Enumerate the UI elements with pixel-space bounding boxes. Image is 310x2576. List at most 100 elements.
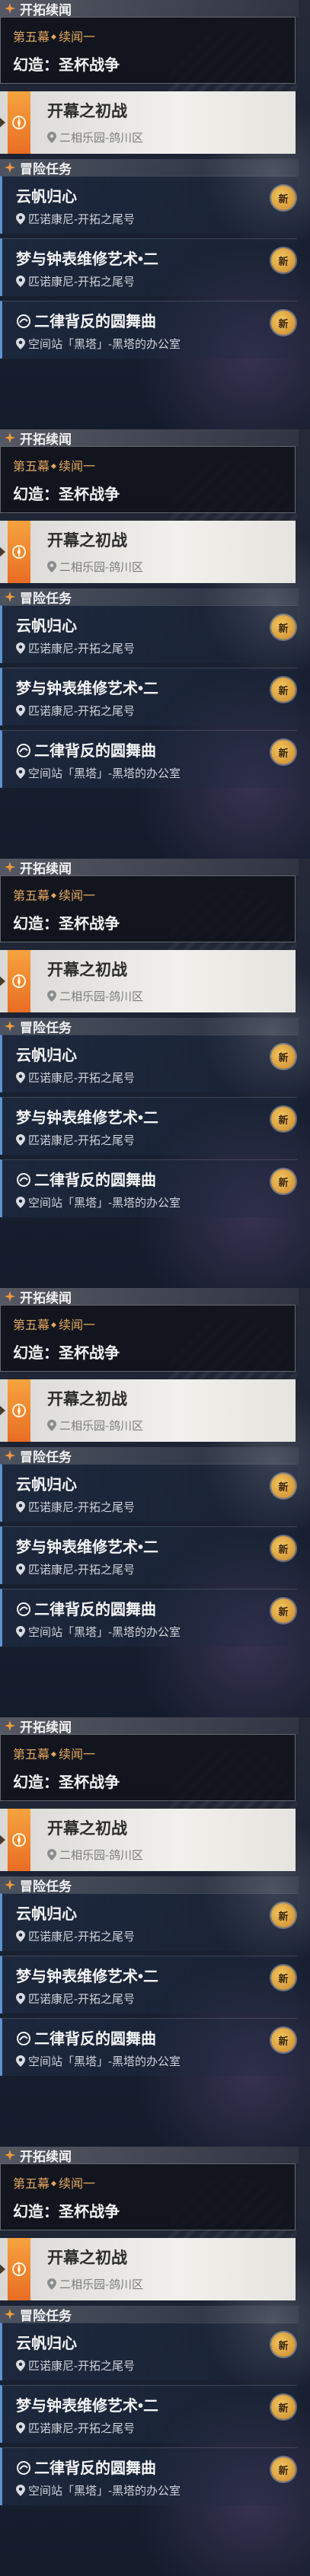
trailblaze-quest-card[interactable]: 第五幕 续闻一 幻造：圣杯战争	[0, 17, 296, 84]
mission-location: 匹诺康尼-开拓之尾号	[16, 1070, 135, 1086]
chapter-episode: 续闻一	[59, 1319, 96, 1332]
mission-panel: 开拓续闻 第五幕 续闻一 幻造：圣杯战争 开幕之初战 二相乐园-鸽川区 冒险任务…	[0, 859, 310, 1288]
section-title: 开拓续闻	[20, 432, 72, 447]
trailblaze-mission-icon	[8, 1809, 30, 1871]
new-badge: 新	[271, 1536, 296, 1561]
star-compass-icon	[5, 2309, 15, 2319]
mission-title: 开幕之初战	[47, 1820, 127, 1838]
location-pin-icon	[16, 338, 25, 349]
tracking-arrow-icon	[0, 546, 5, 558]
adventure-mission-item[interactable]: 二律背反的圆舞曲 空间站「黑塔」-黑塔的办公室 新	[0, 1589, 297, 1647]
mission-title-row: 二律背反的圆舞曲	[16, 1168, 156, 1190]
location-pin-icon	[16, 1993, 25, 2004]
adventure-mission-item[interactable]: 二律背反的圆舞曲 空间站「黑塔」-黑塔的办公室 新	[0, 2018, 297, 2076]
adventure-mission-item[interactable]: 云帆归心 匹诺康尼-开拓之尾号 新	[0, 176, 297, 234]
adventure-mission-item[interactable]: 云帆归心 匹诺康尼-开拓之尾号 新	[0, 2323, 297, 2380]
adventure-mission-item[interactable]: 云帆归心 匹诺康尼-开拓之尾号 新	[0, 1893, 297, 1951]
active-mission-card[interactable]: 开幕之初战 二相乐园-鸽川区	[0, 1809, 296, 1871]
adventure-mission-item[interactable]: 二律背反的圆舞曲 空间站「黑塔」-黑塔的办公室 新	[0, 2447, 297, 2505]
location-pin-icon	[16, 1564, 25, 1575]
chapter-act: 第五幕	[13, 31, 50, 44]
trailblaze-section-header: 开拓续闻	[0, 859, 299, 876]
mission-location-text: 空间站「黑塔」-黑塔的办公室	[28, 1197, 181, 1210]
location-pin-icon	[47, 132, 56, 143]
trailblaze-quest-card[interactable]: 第五幕 续闻一 幻造：圣杯战争	[0, 446, 296, 513]
mission-title-row: 二律背反的圆舞曲	[16, 2026, 156, 2048]
mission-location-text: 空间站「黑塔」-黑塔的办公室	[28, 2055, 181, 2068]
location-pin-icon	[16, 1197, 25, 1208]
adventure-mission-item[interactable]: 云帆归心 匹诺康尼-开拓之尾号 新	[0, 1464, 297, 1522]
chapter-episode: 续闻一	[59, 461, 96, 473]
mission-location-text: 匹诺康尼-开拓之尾号	[28, 2360, 135, 2373]
mission-location-text: 二相乐园-鸽川区	[59, 132, 143, 145]
adventure-mission-item[interactable]: 二律背反的圆舞曲 空间站「黑塔」-黑塔的办公室 新	[0, 301, 297, 359]
mission-title: 云帆归心	[16, 1906, 77, 1923]
mission-swirl-icon	[17, 314, 30, 328]
mission-title: 二律背反的圆舞曲	[34, 1172, 156, 1189]
adventure-mission-item[interactable]: 梦与钟表维修艺术•二 匹诺康尼-开拓之尾号 新	[0, 1956, 297, 2013]
mission-title: 云帆归心	[16, 1047, 77, 1064]
mission-location: 匹诺康尼-开拓之尾号	[16, 1499, 135, 1515]
star-compass-icon	[5, 432, 15, 443]
chapter-label: 第五幕 续闻一	[13, 1315, 95, 1333]
section-title: 开拓续闻	[20, 1290, 72, 1306]
adventure-mission-item[interactable]: 梦与钟表维修艺术•二 匹诺康尼-开拓之尾号 新	[0, 238, 297, 296]
mission-location: 二相乐园-鸽川区	[47, 559, 143, 575]
active-mission-card[interactable]: 开幕之初战 二相乐园-鸽川区	[0, 950, 296, 1012]
trailblaze-mission-icon	[8, 521, 30, 583]
mission-title: 梦与钟表维修艺术•二	[16, 251, 159, 268]
mission-title: 云帆归心	[16, 1477, 77, 1494]
active-mission-card[interactable]: 开幕之初战 二相乐园-鸽川区	[0, 521, 296, 583]
trailblaze-quest-card[interactable]: 第五幕 续闻一 幻造：圣杯战争	[0, 1305, 296, 1372]
active-mission-card[interactable]: 开幕之初战 二相乐园-鸽川区	[0, 2238, 296, 2300]
mission-location: 匹诺康尼-开拓之尾号	[16, 1991, 135, 2007]
location-pin-icon	[47, 1420, 56, 1431]
chapter-episode: 续闻一	[59, 890, 96, 903]
location-pin-icon	[16, 1626, 25, 1637]
new-badge: 新	[271, 2457, 296, 2482]
chapter-act: 第五幕	[13, 2178, 50, 2191]
mission-location-text: 空间站「黑塔」-黑塔的办公室	[28, 2485, 181, 2498]
mission-title: 开幕之初战	[47, 532, 127, 550]
adventure-mission-item[interactable]: 二律背反的圆舞曲 空间站「黑塔」-黑塔的办公室 新	[0, 730, 297, 788]
trailblaze-quest-card[interactable]: 第五幕 续闻一 幻造：圣杯战争	[0, 2163, 296, 2230]
mission-location: 匹诺康尼-开拓之尾号	[16, 273, 135, 289]
mission-title: 开幕之初战	[47, 961, 127, 979]
trailblaze-section-header: 开拓续闻	[0, 2147, 299, 2164]
mission-panel: 开拓续闻 第五幕 续闻一 幻造：圣杯战争 开幕之初战 二相乐园-鸽川区 冒险任务…	[0, 2147, 310, 2576]
mission-location-text: 匹诺康尼-开拓之尾号	[28, 2422, 135, 2435]
adventure-section-header: 冒险任务	[0, 588, 299, 606]
section-title: 冒险任务	[20, 161, 72, 177]
adventure-mission-item[interactable]: 梦与钟表维修艺术•二 匹诺康尼-开拓之尾号 新	[0, 2385, 297, 2443]
separator-diamond-icon	[50, 2180, 57, 2187]
star-compass-icon	[5, 1450, 15, 1461]
active-mission-card[interactable]: 开幕之初战 二相乐园-鸽川区	[0, 1379, 296, 1442]
mission-title: 梦与钟表维修艺术•二	[16, 1969, 159, 1985]
location-pin-icon	[16, 2055, 25, 2067]
mission-location: 匹诺康尼-开拓之尾号	[16, 1928, 135, 1944]
trailblaze-quest-card[interactable]: 第五幕 续闻一 幻造：圣杯战争	[0, 875, 296, 942]
adventure-mission-item[interactable]: 云帆归心 匹诺康尼-开拓之尾号 新	[0, 1035, 297, 1092]
mission-location-text: 匹诺康尼-开拓之尾号	[28, 213, 135, 226]
star-compass-icon	[5, 1021, 15, 1031]
trailblaze-mission-icon	[8, 1379, 30, 1442]
new-badge: 新	[271, 186, 296, 210]
chapter-act: 第五幕	[13, 890, 50, 903]
mission-panel: 开拓续闻 第五幕 续闻一 幻造：圣杯战争 开幕之初战 二相乐园-鸽川区 冒险任务…	[0, 1288, 310, 1717]
new-badge: 新	[271, 740, 296, 764]
trailblaze-quest-card[interactable]: 第五幕 续闻一 幻造：圣杯战争	[0, 1734, 296, 1801]
star-compass-icon	[5, 1879, 15, 1890]
mission-location: 空间站「黑塔」-黑塔的办公室	[16, 1624, 181, 1640]
active-mission-card[interactable]: 开幕之初战 二相乐园-鸽川区	[0, 91, 296, 154]
adventure-mission-item[interactable]: 梦与钟表维修艺术•二 匹诺康尼-开拓之尾号 新	[0, 1526, 297, 1584]
adventure-mission-item[interactable]: 梦与钟表维修艺术•二 匹诺康尼-开拓之尾号 新	[0, 1097, 297, 1155]
adventure-mission-item[interactable]: 二律背反的圆舞曲 空间站「黑塔」-黑塔的办公室 新	[0, 1159, 297, 1217]
trailblaze-quest-title: 幻造：圣杯战争	[13, 916, 120, 933]
mission-title: 梦与钟表维修艺术•二	[16, 2398, 159, 2415]
mission-location-text: 二相乐园-鸽川区	[59, 2278, 143, 2291]
adventure-mission-item[interactable]: 云帆归心 匹诺康尼-开拓之尾号 新	[0, 605, 297, 663]
mission-location-text: 匹诺康尼-开拓之尾号	[28, 1134, 135, 1147]
mission-title-row: 二律背反的圆舞曲	[16, 2456, 156, 2478]
adventure-mission-item[interactable]: 梦与钟表维修艺术•二 匹诺康尼-开拓之尾号 新	[0, 668, 297, 725]
mission-location: 二相乐园-鸽川区	[47, 1417, 143, 1433]
